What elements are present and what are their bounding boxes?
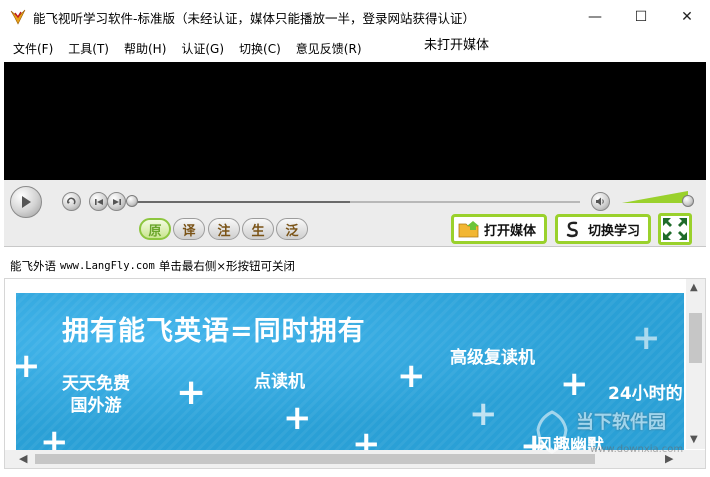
volume-slider-handle[interactable] <box>682 195 694 207</box>
next-icon <box>112 198 121 205</box>
plus-decoration: + <box>560 364 589 404</box>
watermark-url: www.downxia.com <box>590 444 684 455</box>
close-button[interactable]: ✕ <box>664 0 710 34</box>
banner-feature-24h: 24小时的 <box>608 384 683 404</box>
plus-decoration: + <box>40 422 69 451</box>
menu-file[interactable]: 文件(F) <box>0 40 61 57</box>
plus-decoration: + <box>469 394 498 434</box>
menu-switch[interactable]: 切换(C) <box>232 40 289 57</box>
plus-decoration: + <box>283 398 312 438</box>
previous-button[interactable] <box>89 192 108 211</box>
progress-track[interactable] <box>132 201 350 203</box>
plus-decoration: + <box>397 356 426 396</box>
site-watermark: 当下软件园 www.downxia.com <box>534 406 710 466</box>
close-icon: ✕ <box>681 9 693 25</box>
horizontal-scroll-thumb[interactable] <box>35 454 595 464</box>
banner-feature-repeater: 高级复读机 <box>450 348 535 368</box>
mode-vocab-button[interactable]: 生 <box>242 218 274 240</box>
scroll-up-arrow-icon[interactable]: ▲ <box>690 282 698 293</box>
banner-feature-travel-line1: 天天免费 <box>62 374 130 394</box>
menu-certify[interactable]: 认证(G) <box>174 40 232 57</box>
mode-original-button[interactable]: 原 <box>139 218 171 240</box>
open-media-label: 打开媒体 <box>484 223 537 239</box>
plus-decoration: + <box>176 372 207 413</box>
player-controls: 原 译 注 生 泛 打开媒体 切换学习 <box>4 180 706 247</box>
title-bar: 能飞视听学习软件-标准版（未经认证，媒体只能播放一半，登录网站获得认证） — ☐… <box>0 0 710 34</box>
mode-translate-button[interactable]: 译 <box>173 218 205 240</box>
minimize-button[interactable]: — <box>572 0 618 34</box>
app-logo-icon <box>9 8 27 26</box>
banner-feature-travel-line2: 国外游 <box>70 396 122 416</box>
info-hint: 单击最右侧×形按钮可关闭 <box>158 259 295 273</box>
maximize-icon: ☐ <box>634 9 648 25</box>
previous-icon <box>94 198 103 205</box>
info-strip: 能飞外语 www.LangFly.com 单击最右侧×形按钮可关闭 <box>4 256 706 276</box>
shield-logo-icon <box>536 410 568 454</box>
window-title: 能飞视听学习软件-标准版（未经认证，媒体只能播放一半，登录网站获得认证） <box>33 10 476 26</box>
volume-button[interactable] <box>591 192 610 211</box>
maximize-button[interactable]: ☐ <box>618 0 664 34</box>
menu-help[interactable]: 帮助(H) <box>117 40 174 57</box>
watermark-name: 当下软件园 <box>576 412 666 433</box>
mode-extensive-button[interactable]: 泛 <box>276 218 308 240</box>
info-prefix: 能飞外语 <box>10 259 56 273</box>
banner-feature-reader: 点读机 <box>254 372 305 392</box>
switch-study-label: 切换学习 <box>588 223 641 239</box>
info-url[interactable]: www.LangFly.com <box>60 260 155 272</box>
menu-tools[interactable]: 工具(T) <box>61 40 117 57</box>
plus-decoration: + <box>16 346 41 386</box>
play-button[interactable] <box>10 186 42 218</box>
banner-feature-travel: 天天免费 国外游 <box>62 373 130 417</box>
plus-decoration: + <box>352 424 381 451</box>
mode-annotate-button[interactable]: 注 <box>208 218 240 240</box>
menu-bar: 文件(F) 工具(T) 帮助(H) 认证(G) 切换(C) 意见反馈(R) <box>0 36 710 60</box>
loop-button[interactable] <box>62 192 81 211</box>
plus-decoration: + <box>632 318 661 358</box>
switch-study-button[interactable]: 切换学习 <box>555 214 651 244</box>
minimize-icon: — <box>588 9 602 25</box>
vertical-scroll-thumb[interactable] <box>689 313 702 363</box>
banner-headline: 拥有能飞英语=同时拥有 <box>62 316 366 347</box>
media-status: 未打开媒体 <box>424 38 490 53</box>
play-icon <box>22 196 31 208</box>
folder-icon <box>458 220 480 238</box>
switch-icon <box>562 220 584 238</box>
loop-icon <box>67 197 76 205</box>
next-button[interactable] <box>107 192 126 211</box>
fullscreen-icon <box>663 218 687 240</box>
video-display[interactable] <box>4 62 706 180</box>
fullscreen-button[interactable] <box>658 213 692 245</box>
open-media-button[interactable]: 打开媒体 <box>451 214 547 244</box>
progress-track-remaining[interactable] <box>350 201 580 203</box>
menu-feedback[interactable]: 意见反馈(R) <box>289 40 370 57</box>
speaker-icon <box>596 197 604 206</box>
progress-slider-handle[interactable] <box>126 195 138 207</box>
scroll-left-arrow-icon[interactable]: ◀ <box>19 452 27 465</box>
